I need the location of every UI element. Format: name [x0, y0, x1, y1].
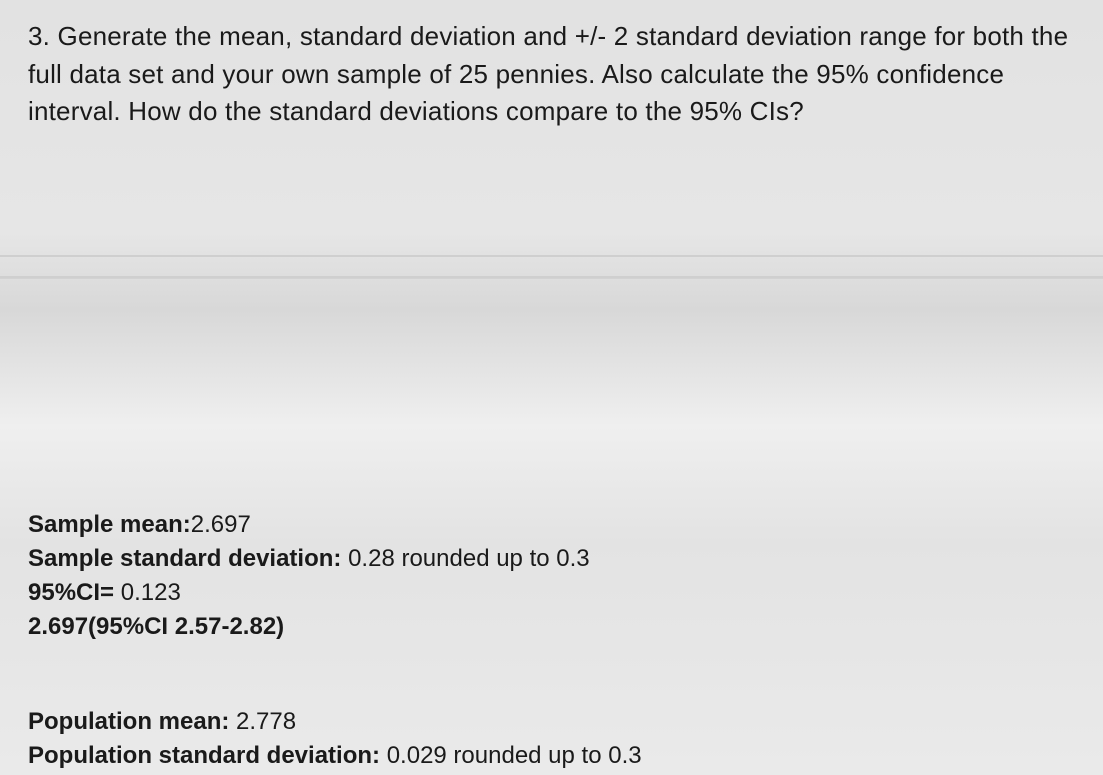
divider-top [0, 255, 1103, 257]
population-mean-line: Population mean: 2.778 [28, 705, 642, 739]
sample-sd-label: Sample standard deviation: [28, 545, 341, 572]
sample-ci-label: 95%CI= [28, 579, 114, 606]
population-sd-value: 0.029 rounded up to 0.3 [387, 742, 642, 769]
sample-mean-label: Sample mean: [28, 511, 191, 538]
population-mean-value: 2.778 [236, 708, 296, 735]
sample-sd-value: 0.28 rounded up to 0.3 [348, 545, 590, 572]
sample-answer-block: Sample mean:2.697 Sample standard deviat… [28, 508, 590, 644]
sample-ci-range: 2.697(95%CI 2.57-2.82) [28, 610, 590, 644]
question-number: 3. [28, 21, 50, 51]
divider-bottom [0, 276, 1103, 278]
sample-mean-line: Sample mean:2.697 [28, 508, 590, 542]
population-sd-label: Population standard deviation: [28, 742, 380, 769]
population-answer-block: Population mean: 2.778 Population standa… [28, 705, 642, 773]
question-text: Generate the mean, standard deviation an… [28, 21, 1068, 126]
sample-ci-value: 0.123 [121, 579, 181, 606]
page-container: 3. Generate the mean, standard deviation… [0, 0, 1103, 775]
population-mean-label: Population mean: [28, 708, 229, 735]
sample-sd-line: Sample standard deviation: 0.28 rounded … [28, 542, 590, 576]
question-paragraph: 3. Generate the mean, standard deviation… [28, 18, 1081, 131]
sample-mean-value: 2.697 [191, 511, 251, 538]
sample-ci-line: 95%CI= 0.123 [28, 576, 590, 610]
population-sd-line: Population standard deviation: 0.029 rou… [28, 739, 642, 773]
